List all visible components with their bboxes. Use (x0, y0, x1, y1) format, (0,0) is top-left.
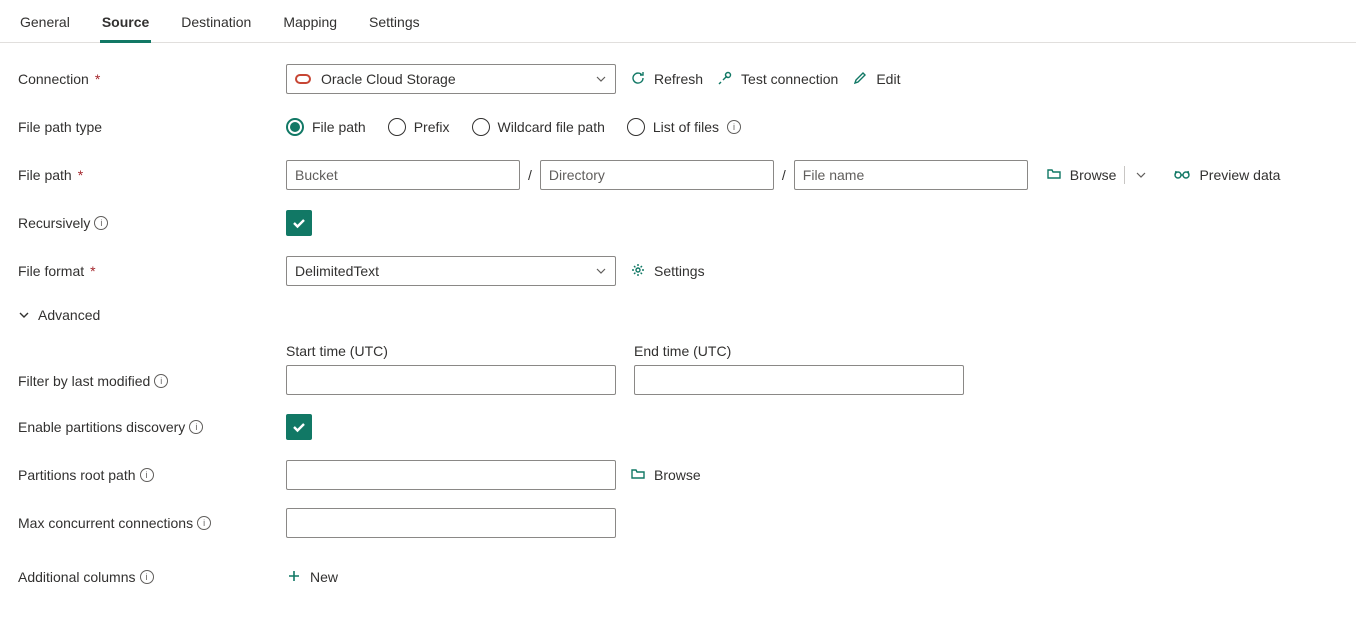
chevron-down-icon (595, 73, 607, 85)
directory-input[interactable] (540, 160, 774, 190)
bucket-input[interactable] (286, 160, 520, 190)
tab-destination[interactable]: Destination (179, 8, 253, 42)
label-end-time: End time (UTC) (634, 343, 964, 359)
tab-bar: General Source Destination Mapping Setti… (0, 0, 1356, 43)
label-file-path-type: File path type (18, 119, 286, 135)
max-concurrent-input[interactable] (286, 508, 616, 538)
tab-settings[interactable]: Settings (367, 8, 422, 42)
form-area: Connection* Oracle Cloud Storage Refresh (0, 43, 1356, 639)
plug-icon (717, 70, 733, 89)
partitions-browse-button[interactable]: Browse (630, 466, 701, 485)
file-format-select[interactable]: DelimitedText (286, 256, 616, 286)
info-icon[interactable]: i (140, 570, 154, 584)
filename-input[interactable] (794, 160, 1028, 190)
edit-button[interactable]: Edit (852, 70, 900, 89)
connection-select[interactable]: Oracle Cloud Storage (286, 64, 616, 94)
radio-file-path[interactable]: File path (286, 118, 366, 136)
radio-wildcard[interactable]: Wildcard file path (472, 118, 605, 136)
tab-source[interactable]: Source (100, 8, 151, 43)
label-partitions-root-path: Partitions root path i (18, 467, 286, 483)
chevron-down-icon (18, 309, 30, 321)
path-separator: / (782, 167, 786, 183)
divider (1124, 166, 1125, 184)
browse-button[interactable]: Browse (1046, 166, 1117, 185)
plus-icon (286, 568, 302, 587)
label-recursively: Recursively i (18, 215, 286, 231)
label-max-concurrent: Max concurrent connections i (18, 515, 286, 531)
refresh-button[interactable]: Refresh (630, 70, 703, 89)
label-additional-columns: Additional columns i (18, 569, 286, 585)
format-settings-button[interactable]: Settings (630, 262, 705, 281)
label-start-time: Start time (UTC) (286, 343, 616, 359)
required-marker: * (95, 71, 100, 87)
required-marker: * (78, 167, 83, 183)
info-icon[interactable]: i (727, 120, 741, 134)
path-separator: / (528, 167, 532, 183)
chevron-down-icon (595, 265, 607, 277)
folder-icon (1046, 166, 1062, 185)
new-column-button[interactable]: New (286, 568, 338, 587)
partitions-root-path-input[interactable] (286, 460, 616, 490)
radio-prefix[interactable]: Prefix (388, 118, 450, 136)
radio-list-of-files[interactable]: List of files i (627, 118, 741, 136)
tab-general[interactable]: General (18, 8, 72, 42)
info-icon[interactable]: i (154, 374, 168, 388)
label-filter-last-modified: Filter by last modified i (18, 373, 286, 395)
refresh-icon (630, 70, 646, 89)
recursively-checkbox[interactable] (286, 210, 312, 236)
info-icon[interactable]: i (94, 216, 108, 230)
tab-mapping[interactable]: Mapping (281, 8, 339, 42)
file-path-type-group: File path Prefix Wildcard file path List… (286, 118, 741, 136)
label-file-format: File format* (18, 263, 286, 279)
oracle-icon (295, 74, 311, 84)
required-marker: * (90, 263, 95, 279)
file-format-value: DelimitedText (295, 263, 379, 279)
connection-value: Oracle Cloud Storage (321, 71, 456, 87)
start-time-input[interactable] (286, 365, 616, 395)
chevron-down-icon[interactable] (1133, 169, 1149, 181)
label-file-path: File path* (18, 167, 286, 183)
enable-partitions-checkbox[interactable] (286, 414, 312, 440)
info-icon[interactable]: i (189, 420, 203, 434)
info-icon[interactable]: i (140, 468, 154, 482)
gear-icon (630, 262, 646, 281)
end-time-input[interactable] (634, 365, 964, 395)
pencil-icon (852, 70, 868, 89)
advanced-toggle[interactable]: Advanced (18, 307, 100, 323)
glasses-icon (1173, 167, 1191, 183)
preview-data-button[interactable]: Preview data (1173, 167, 1280, 183)
label-enable-partitions: Enable partitions discovery i (18, 419, 286, 435)
test-connection-button[interactable]: Test connection (717, 70, 838, 89)
info-icon[interactable]: i (197, 516, 211, 530)
folder-icon (630, 466, 646, 485)
label-connection: Connection* (18, 71, 286, 87)
